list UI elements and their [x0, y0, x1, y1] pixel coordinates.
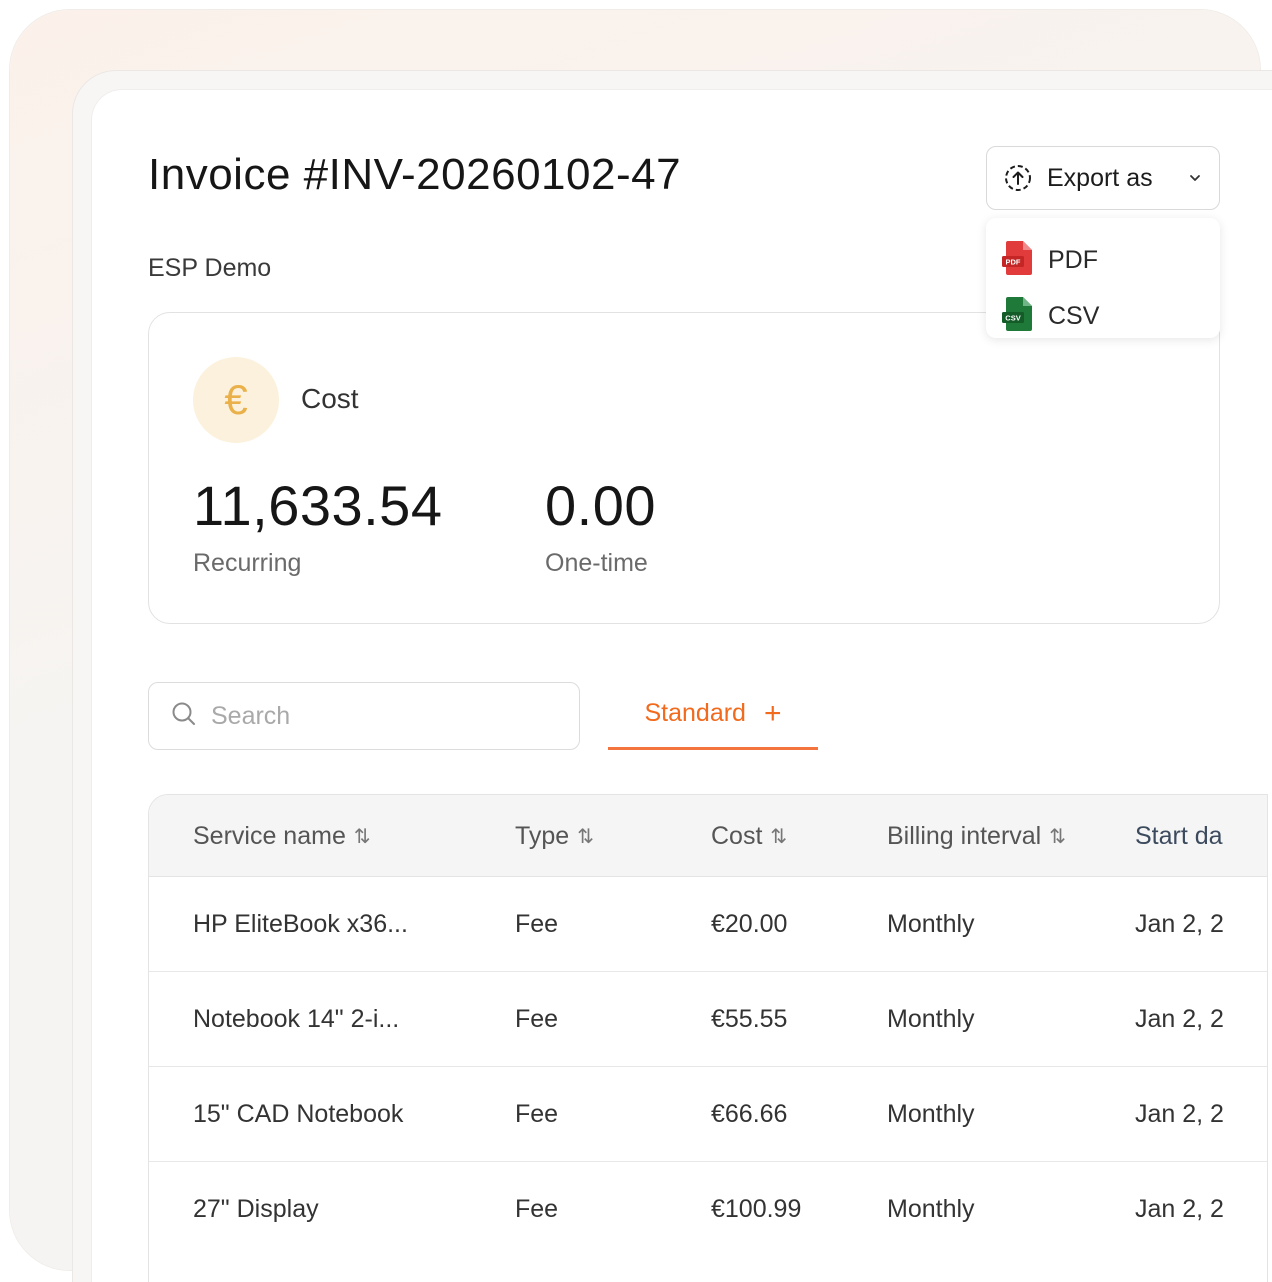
export-menu-label-csv: CSV: [1048, 301, 1100, 330]
export-menu-item-pdf[interactable]: PDF PDF: [986, 232, 1220, 288]
export-as-label: Export as: [1047, 163, 1153, 192]
column-header-label: Type: [515, 821, 570, 850]
search-box: [148, 682, 580, 750]
cell-service-name: 27" Display: [193, 1195, 319, 1223]
cost-summary-card: € Cost 11,633.54 Recurring 0.00 One-time: [148, 312, 1220, 624]
cell-start-date: Jan 2, 2: [1135, 910, 1224, 938]
cell-service-name: 15" CAD Notebook: [193, 1100, 404, 1128]
column-header-start-date[interactable]: Start da: [1135, 795, 1223, 877]
cell-service-name: Notebook 14" 2-i...: [193, 1005, 400, 1033]
table-row[interactable]: 27" Display Fee €100.99 Monthly Jan 2, 2: [149, 1162, 1267, 1257]
cell-billing-interval: Monthly: [887, 1005, 975, 1033]
cell-cost: €66.66: [711, 1100, 788, 1128]
customer-name: ESP Demo: [148, 254, 272, 282]
cell-cost: €20.00: [711, 910, 788, 938]
column-header-type[interactable]: Type ⇅: [515, 795, 594, 877]
euro-icon: €: [193, 357, 279, 443]
table-row[interactable]: Notebook 14" 2-i... Fee €55.55 Monthly J…: [149, 972, 1267, 1067]
cell-type: Fee: [515, 1005, 559, 1033]
search-icon: [171, 701, 197, 732]
column-header-service-name[interactable]: Service name ⇅: [193, 795, 371, 877]
recurring-label: Recurring: [193, 549, 302, 577]
pdf-badge-text: PDF: [1006, 257, 1021, 266]
pdf-file-icon: PDF: [1002, 240, 1034, 281]
export-menu-label-pdf: PDF: [1048, 245, 1098, 274]
sort-icon: ⇅: [1049, 825, 1067, 848]
column-header-label: Billing interval: [887, 821, 1042, 850]
cell-billing-interval: Monthly: [887, 1195, 975, 1223]
column-header-label: Cost: [711, 821, 763, 850]
column-header-cost[interactable]: Cost ⇅: [711, 795, 787, 877]
page-title: Invoice #INV-20260102-47: [148, 150, 682, 199]
table-header: Service name ⇅ Type ⇅ Cost ⇅ Billing int…: [149, 795, 1267, 877]
add-view-icon[interactable]: +: [764, 698, 782, 729]
cell-cost: €55.55: [711, 1005, 788, 1033]
invoice-window: Invoice #INV-20260102-47 ESP Demo Export…: [92, 90, 1272, 1282]
export-as-button[interactable]: Export as: [986, 146, 1220, 210]
column-header-billing-interval[interactable]: Billing interval ⇅: [887, 795, 1066, 877]
sort-icon: ⇅: [353, 825, 371, 848]
recurring-value: 11,633.54: [193, 474, 443, 537]
sort-icon: ⇅: [577, 825, 594, 848]
cell-service-name: HP EliteBook x36...: [193, 910, 408, 938]
column-header-label: Service name: [193, 821, 346, 850]
table-row[interactable]: 15" CAD Notebook Fee €66.66 Monthly Jan …: [149, 1067, 1267, 1162]
cell-type: Fee: [515, 910, 559, 938]
cell-start-date: Jan 2, 2: [1135, 1195, 1224, 1223]
sort-icon: ⇅: [770, 825, 788, 848]
onetime-label: One-time: [545, 549, 648, 577]
column-header-label: Start da: [1135, 821, 1223, 850]
cell-type: Fee: [515, 1100, 559, 1128]
table-row[interactable]: HP EliteBook x36... Fee €20.00 Monthly J…: [149, 877, 1267, 972]
cell-billing-interval: Monthly: [887, 1100, 975, 1128]
services-table: Service name ⇅ Type ⇅ Cost ⇅ Billing int…: [148, 794, 1268, 1282]
cell-cost: €100.99: [711, 1195, 802, 1223]
export-upload-icon: [1003, 163, 1033, 193]
cell-start-date: Jan 2, 2: [1135, 1100, 1224, 1128]
cell-billing-interval: Monthly: [887, 910, 975, 938]
tab-standard[interactable]: Standard +: [608, 680, 818, 750]
csv-badge-text: CSV: [1005, 313, 1020, 322]
cost-card-label: Cost: [301, 383, 359, 414]
csv-file-icon: CSV: [1002, 296, 1034, 337]
onetime-value: 0.00: [545, 474, 656, 537]
export-menu: PDF PDF CSV CSV: [986, 218, 1220, 338]
export-menu-item-csv[interactable]: CSV CSV: [986, 288, 1220, 344]
cell-type: Fee: [515, 1195, 559, 1223]
cell-start-date: Jan 2, 2: [1135, 1005, 1224, 1033]
chevron-down-icon: [1187, 170, 1203, 186]
tab-standard-label: Standard: [644, 699, 746, 727]
search-input[interactable]: [211, 701, 551, 731]
